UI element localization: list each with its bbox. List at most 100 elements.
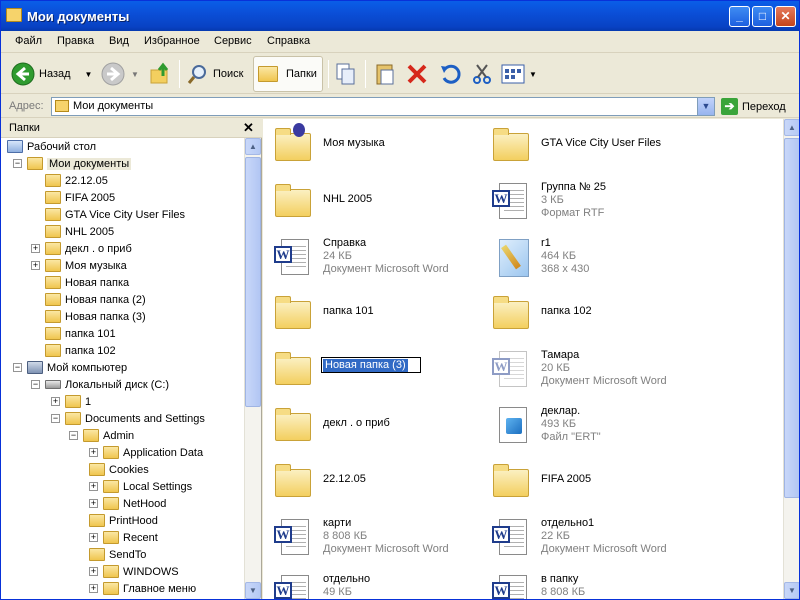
tree-item[interactable]: + Моя музыка <box>31 257 127 274</box>
file-item[interactable]: W Справка 24 КБ Документ Microsoft Word <box>265 231 480 283</box>
back-button[interactable]: Назад ▼ <box>11 56 92 92</box>
file-item[interactable]: W Тамара 20 КБ Документ Microsoft Word <box>483 343 698 395</box>
expand-icon[interactable]: + <box>89 482 98 491</box>
title-bar[interactable]: Мои документы _ □ ✕ <box>1 1 799 31</box>
file-item[interactable]: FIFA 2005 <box>483 455 698 507</box>
minimize-button[interactable]: _ <box>729 6 750 27</box>
tree-item[interactable]: папка 102 <box>45 342 116 359</box>
up-folder-icon <box>150 62 169 84</box>
file-item[interactable]: папка 102 <box>483 287 698 339</box>
close-button[interactable]: ✕ <box>775 6 796 27</box>
views-dropdown-icon[interactable]: ▼ <box>529 70 537 79</box>
collapse-icon[interactable]: − <box>51 414 60 423</box>
tree-item[interactable]: GTA Vice City User Files <box>45 206 185 223</box>
undo-button[interactable] <box>439 56 461 92</box>
tree-item[interactable]: NHL 2005 <box>45 223 114 240</box>
file-item[interactable]: деклар. 493 КБ Файл "ERT" <box>483 399 698 451</box>
file-name: деклар. <box>541 405 581 417</box>
tree-item[interactable]: +1 <box>51 393 91 410</box>
address-dropdown-button[interactable]: ▼ <box>697 98 714 115</box>
file-item[interactable]: Новая папка (3) <box>265 343 480 395</box>
folders-button[interactable]: Папки <box>253 56 323 92</box>
tree-scrollbar[interactable]: ▲ ▼ <box>244 138 261 599</box>
tree-item[interactable]: Новая папка (2) <box>45 291 146 308</box>
file-item[interactable]: Wотдельно 49 КБ <box>265 567 480 599</box>
move-to-button[interactable] <box>335 56 357 92</box>
tree-item[interactable]: + NetHood <box>89 495 166 512</box>
rename-input[interactable]: Новая папка (3) <box>321 357 421 373</box>
tree-item[interactable]: − Admin <box>69 427 134 444</box>
forward-button[interactable]: ▼ <box>101 56 139 92</box>
file-item[interactable]: r1 464 КБ 368 x 430 <box>483 231 698 283</box>
tree-item[interactable]: − Documents and Settings <box>51 410 205 427</box>
scroll-up-arrow-icon[interactable]: ▲ <box>245 138 261 155</box>
collapse-icon[interactable]: − <box>69 431 78 440</box>
expand-icon[interactable]: + <box>89 567 98 576</box>
desktop-icon <box>7 140 23 153</box>
tree-item[interactable]: Новая папка (3) <box>45 308 146 325</box>
expand-icon[interactable]: + <box>31 244 40 253</box>
up-folder-button[interactable] <box>149 56 173 92</box>
file-item[interactable]: GTA Vice City User Files <box>483 119 698 171</box>
collapse-icon[interactable]: − <box>31 380 40 389</box>
tree-item[interactable]: SendTo <box>89 546 146 563</box>
collapse-icon[interactable]: − <box>13 363 22 372</box>
expand-icon[interactable]: + <box>51 397 60 406</box>
tree-item[interactable]: + декл . о приб <box>31 240 132 257</box>
tree-item[interactable]: PrintHood <box>89 512 158 529</box>
tree-item[interactable]: − Локальный диск (C:) <box>31 376 169 393</box>
file-item[interactable]: папка 101 <box>265 287 480 339</box>
scroll-thumb[interactable] <box>245 157 261 407</box>
tree-item[interactable]: Рабочий стол <box>7 138 96 155</box>
expand-icon[interactable]: + <box>89 448 98 457</box>
paste-button[interactable] <box>375 56 397 92</box>
views-button[interactable]: ▼ <box>501 56 537 92</box>
menu-help[interactable]: Справка <box>267 35 310 47</box>
file-item[interactable]: Wотдельно1 22 КБ Документ Microsoft Word <box>483 511 698 563</box>
expand-icon[interactable]: + <box>89 584 98 593</box>
expand-icon[interactable]: + <box>89 499 98 508</box>
scroll-down-arrow-icon[interactable]: ▼ <box>245 582 261 599</box>
address-input[interactable]: Мои документы ▼ <box>51 97 715 116</box>
scroll-up-arrow-icon[interactable]: ▲ <box>784 119 799 136</box>
tree-item[interactable]: Cookies <box>89 461 149 478</box>
tree-item[interactable]: + Local Settings <box>89 478 192 495</box>
file-item[interactable]: W Группа № 25 3 КБ Формат RTF <box>483 175 698 227</box>
file-item[interactable]: Моя музыка <box>265 119 480 171</box>
close-pane-button[interactable]: ✕ <box>243 120 254 136</box>
maximize-button[interactable]: □ <box>752 6 773 27</box>
delete-button[interactable] <box>406 56 428 92</box>
menu-favorites[interactable]: Избранное <box>144 35 200 47</box>
tree-item[interactable]: 22.12.05 <box>45 172 108 189</box>
tree-item[interactable]: − Мой компьютер <box>13 359 127 376</box>
collapse-icon[interactable]: − <box>13 159 22 168</box>
tree-item[interactable]: + Application Data <box>89 444 203 461</box>
file-item[interactable]: Wкарти 8 808 КБ Документ Microsoft Word <box>265 511 480 563</box>
tree-item[interactable]: + WINDOWS <box>89 563 179 580</box>
file-item[interactable]: 22.12.05 <box>265 455 480 507</box>
cut-button[interactable] <box>471 56 493 92</box>
file-item[interactable]: Wв папку 8 808 КБ <box>483 567 698 599</box>
tree-item[interactable]: + Главное меню <box>89 580 196 597</box>
back-dropdown-icon[interactable]: ▼ <box>85 70 93 79</box>
scroll-thumb[interactable] <box>784 138 799 498</box>
expand-icon[interactable]: + <box>31 261 40 270</box>
file-item[interactable]: NHL 2005 <box>265 175 480 227</box>
expand-icon[interactable]: + <box>89 533 98 542</box>
search-button[interactable]: Поиск <box>187 56 243 92</box>
tree-item[interactable]: Новая папка <box>45 274 129 291</box>
scroll-down-arrow-icon[interactable]: ▼ <box>784 582 799 599</box>
menu-tools[interactable]: Сервис <box>214 35 252 47</box>
content-scrollbar[interactable]: ▲ ▼ <box>783 119 799 599</box>
forward-dropdown-icon[interactable]: ▼ <box>131 70 139 79</box>
file-item[interactable]: декл . о приб <box>265 399 480 451</box>
file-info: папка 101 <box>323 305 374 318</box>
go-button[interactable]: ➔ Переход <box>721 97 786 116</box>
tree-item[interactable]: − Мои документы <box>13 155 132 172</box>
menu-view[interactable]: Вид <box>109 35 129 47</box>
menu-edit[interactable]: Правка <box>57 35 94 47</box>
tree-item[interactable]: папка 101 <box>45 325 116 342</box>
tree-item[interactable]: FIFA 2005 <box>45 189 115 206</box>
menu-file[interactable]: Файл <box>15 35 42 47</box>
tree-item[interactable]: + Recent <box>89 529 158 546</box>
